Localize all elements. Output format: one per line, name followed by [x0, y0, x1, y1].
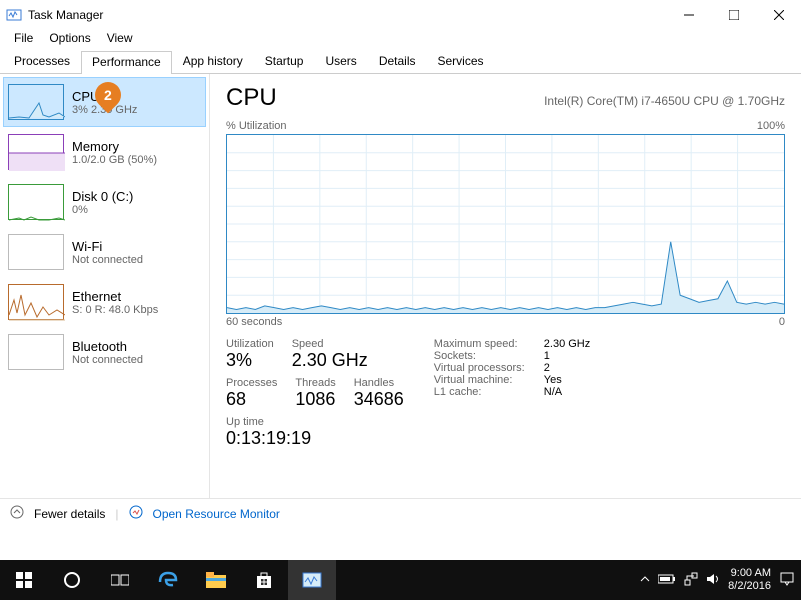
sidebar-eth-sub: S: 0 R: 48.0 Kbps — [72, 304, 201, 316]
util-val: 3% — [226, 350, 274, 371]
sidebar: CPU 3% 2.30 GHz Memory 1.0/2.0 GB (50%) … — [0, 74, 210, 498]
sidebar-disk-sub: 0% — [72, 204, 201, 216]
x-end: 0 — [779, 316, 785, 328]
edge-icon[interactable] — [144, 560, 192, 600]
notifications-icon[interactable] — [779, 571, 795, 590]
sidebar-memory-sub: 1.0/2.0 GB (50%) — [72, 154, 201, 166]
tab-startup[interactable]: Startup — [254, 50, 315, 73]
bluetooth-sparkline — [8, 334, 64, 370]
network-icon[interactable] — [684, 572, 698, 589]
vm-k: Virtual machine: — [434, 374, 544, 386]
close-button[interactable] — [756, 0, 801, 30]
callout-badge: 2 — [95, 82, 121, 116]
proc-lbl: Processes — [226, 377, 277, 389]
detail-pane: CPU Intel(R) Core(TM) i7-4650U CPU @ 1.7… — [210, 74, 801, 498]
sockets-k: Sockets: — [434, 350, 544, 362]
tab-processes[interactable]: Processes — [3, 50, 81, 73]
thread-val: 1086 — [295, 389, 335, 410]
taskmgr-taskbar-icon[interactable] — [288, 560, 336, 600]
thread-lbl: Threads — [295, 377, 335, 389]
sockets-v: 1 — [544, 350, 550, 362]
sidebar-disk-label: Disk 0 (C:) — [72, 189, 201, 204]
maxspeed-k: Maximum speed: — [434, 338, 544, 350]
sidebar-memory-label: Memory — [72, 139, 201, 154]
sidebar-eth-label: Ethernet — [72, 289, 201, 304]
menu-options[interactable]: Options — [41, 30, 98, 50]
speed-val: 2.30 GHz — [292, 350, 368, 371]
file-explorer-icon[interactable] — [192, 560, 240, 600]
store-icon[interactable] — [240, 560, 288, 600]
cortana-button[interactable] — [48, 560, 96, 600]
sidebar-bt-sub: Not connected — [72, 354, 201, 366]
sidebar-cpu-sub: 3% 2.30 GHz — [72, 104, 201, 116]
vprocs-k: Virtual processors: — [434, 362, 544, 374]
clock[interactable]: 9:00 AM 8/2/2016 — [728, 567, 771, 593]
sidebar-item-wifi[interactable]: Wi-Fi Not connected — [3, 227, 206, 277]
vprocs-v: 2 — [544, 362, 550, 374]
tab-users[interactable]: Users — [314, 50, 367, 73]
ethernet-sparkline — [8, 284, 64, 320]
detail-title: CPU — [226, 84, 277, 112]
memory-sparkline — [8, 134, 64, 170]
util-lbl: Utilization — [226, 338, 274, 350]
window-controls — [666, 0, 801, 30]
tab-app-history[interactable]: App history — [172, 50, 254, 73]
resmon-icon — [129, 505, 143, 522]
volume-icon[interactable] — [706, 572, 720, 589]
tabbar: Processes Performance App history Startu… — [0, 50, 801, 74]
footer: Fewer details | Open Resource Monitor — [0, 498, 801, 528]
util-label: % Utilization — [226, 120, 287, 132]
maxspeed-v: 2.30 GHz — [544, 338, 590, 350]
cpu-sparkline — [8, 84, 64, 120]
chevron-up-icon — [10, 505, 24, 522]
titlebar: Task Manager — [0, 0, 801, 30]
vm-v: Yes — [544, 374, 562, 386]
callout-number: 2 — [104, 87, 112, 103]
proc-val: 68 — [226, 389, 277, 410]
sidebar-wifi-label: Wi-Fi — [72, 239, 201, 254]
disk-sparkline — [8, 184, 64, 220]
taskmgr-icon — [6, 7, 22, 23]
taskview-button[interactable] — [96, 560, 144, 600]
util-max: 100% — [757, 120, 785, 132]
sidebar-item-ethernet[interactable]: Ethernet S: 0 R: 48.0 Kbps — [3, 277, 206, 327]
content: CPU 3% 2.30 GHz Memory 1.0/2.0 GB (50%) … — [0, 74, 801, 498]
cpu-chart[interactable] — [226, 134, 785, 314]
l1-k: L1 cache: — [434, 386, 544, 398]
battery-icon[interactable] — [658, 574, 676, 587]
tray-chevron-icon[interactable] — [640, 574, 650, 587]
tab-performance[interactable]: Performance — [81, 51, 172, 74]
speed-lbl: Speed — [292, 338, 368, 350]
minimize-button[interactable] — [666, 0, 711, 30]
open-resource-monitor-link[interactable]: Open Resource Monitor — [153, 507, 280, 521]
sidebar-item-memory[interactable]: Memory 1.0/2.0 GB (50%) — [3, 127, 206, 177]
l1-v: N/A — [544, 386, 562, 398]
clock-date: 8/2/2016 — [728, 580, 771, 593]
handle-lbl: Handles — [354, 377, 404, 389]
wifi-sparkline — [8, 234, 64, 270]
tab-details[interactable]: Details — [368, 50, 427, 73]
start-button[interactable] — [0, 560, 48, 600]
menubar: File Options View — [0, 30, 801, 50]
sidebar-cpu-label: CPU — [72, 89, 201, 104]
tray: 9:00 AM 8/2/2016 — [640, 567, 801, 593]
detail-model: Intel(R) Core(TM) i7-4650U CPU @ 1.70GHz — [544, 94, 785, 108]
taskbar: 9:00 AM 8/2/2016 — [0, 560, 801, 600]
tab-services[interactable]: Services — [427, 50, 495, 73]
uptime-val: 0:13:19:19 — [226, 428, 404, 449]
x-start: 60 seconds — [226, 316, 282, 328]
clock-time: 9:00 AM — [728, 567, 771, 580]
handle-val: 34686 — [354, 389, 404, 410]
menu-file[interactable]: File — [6, 30, 41, 50]
maximize-button[interactable] — [711, 0, 756, 30]
sidebar-wifi-sub: Not connected — [72, 254, 201, 266]
uptime-lbl: Up time — [226, 416, 404, 428]
sidebar-bt-label: Bluetooth — [72, 339, 201, 354]
window-title: Task Manager — [28, 8, 666, 22]
fewer-details-button[interactable]: Fewer details — [34, 507, 105, 521]
sidebar-item-bluetooth[interactable]: Bluetooth Not connected — [3, 327, 206, 377]
menu-view[interactable]: View — [99, 30, 141, 50]
sidebar-item-disk[interactable]: Disk 0 (C:) 0% — [3, 177, 206, 227]
divider: | — [115, 507, 118, 521]
